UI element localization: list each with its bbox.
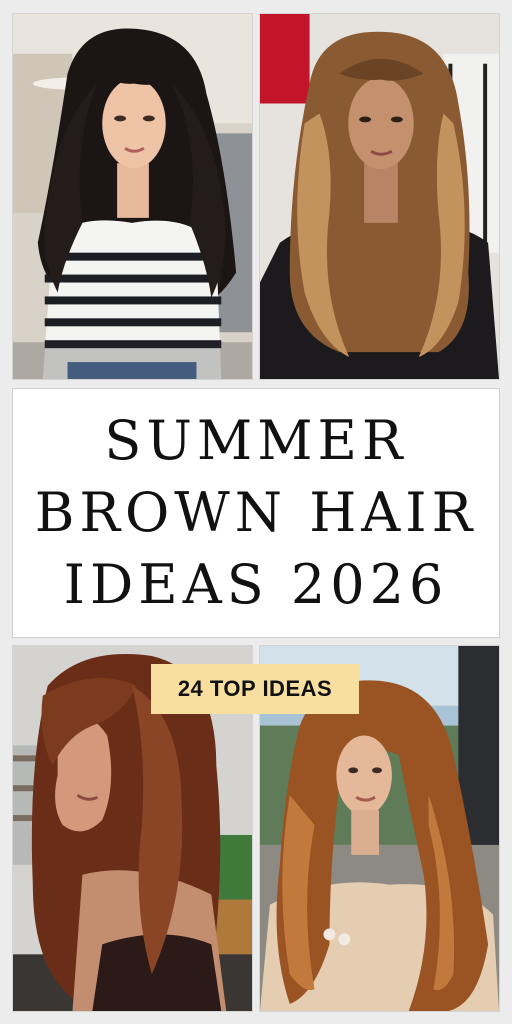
title-card: SUMMER BROWN HAIR IDEAS 2026 [12,388,500,638]
dark-layered-waves-photo[interactable] [12,13,253,380]
balayage-waves-photo[interactable] [259,13,500,380]
title-line-1: SUMMER [104,409,408,472]
title-line-3: IDEAS 2026 [63,553,449,616]
title-line-2: BROWN HAIR [34,481,478,544]
top-ideas-badge: 24 TOP IDEAS [151,664,359,714]
